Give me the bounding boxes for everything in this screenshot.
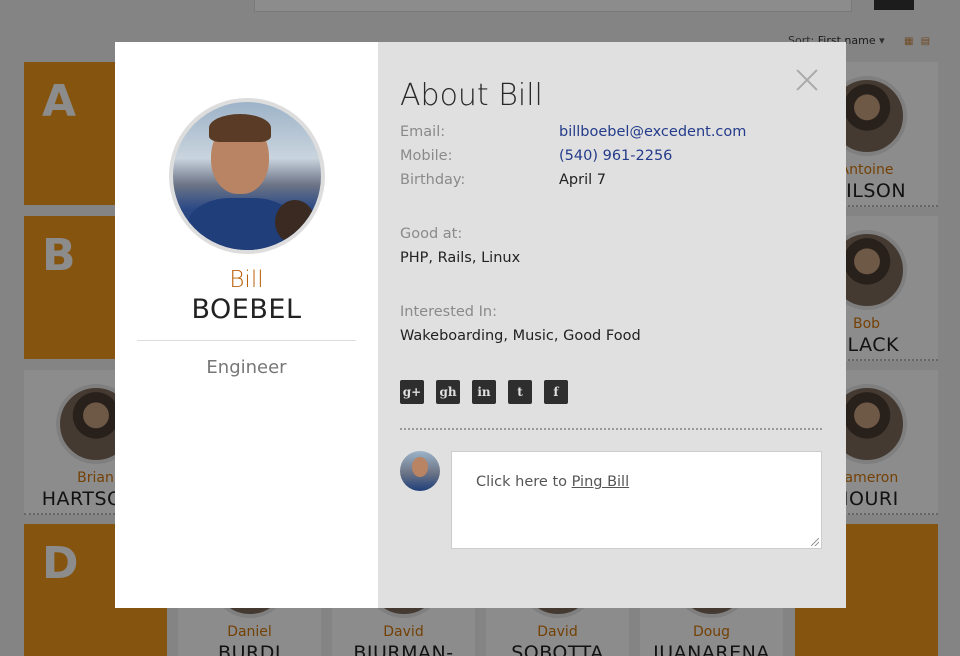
email-label: Email: — [400, 124, 446, 140]
good-at-label: Good at: — [400, 226, 463, 242]
ping-textarea[interactable]: Click here to Ping Bill — [451, 451, 822, 549]
email-link[interactable]: billboebel@excedent.com — [559, 124, 746, 140]
github-icon[interactable]: gh — [436, 380, 460, 404]
twitter-icon[interactable]: t — [508, 380, 532, 404]
birthday-value: April 7 — [559, 172, 606, 188]
googleplus-icon[interactable]: g+ — [400, 380, 424, 404]
facebook-icon[interactable]: f — [544, 380, 568, 404]
close-icon[interactable] — [795, 68, 819, 92]
avatar — [400, 451, 440, 491]
divider — [400, 428, 822, 430]
profile-photo — [169, 98, 325, 254]
interested-label: Interested In: — [400, 304, 497, 320]
social-links: g+ gh in t f — [400, 380, 568, 404]
profile-summary-panel: Bill BOEBEL Engineer — [115, 42, 378, 608]
profile-first-name: Bill — [229, 267, 264, 293]
birthday-row: Birthday: April 7 — [400, 172, 820, 194]
mobile-label: Mobile: — [400, 148, 453, 164]
birthday-label: Birthday: — [400, 172, 466, 188]
ping-prefix: Click here to — [476, 474, 572, 490]
profile-modal: Bill BOEBEL Engineer About Bill Email: b… — [115, 42, 846, 608]
profile-details-panel: About Bill Email: billboebel@excedent.co… — [378, 42, 846, 608]
interested-value: Wakeboarding, Music, Good Food — [400, 328, 641, 344]
linkedin-icon[interactable]: in — [472, 380, 496, 404]
divider — [137, 340, 356, 341]
resize-handle[interactable] — [811, 538, 819, 546]
about-title: About Bill — [400, 78, 543, 113]
email-row: Email: billboebel@excedent.com — [400, 124, 820, 146]
ping-link[interactable]: Ping Bill — [572, 474, 630, 490]
mobile-row: Mobile: (540) 961-2256 — [400, 148, 820, 170]
profile-job-title: Engineer — [206, 357, 287, 378]
good-at-value: PHP, Rails, Linux — [400, 250, 521, 266]
mobile-link[interactable]: (540) 961-2256 — [559, 148, 672, 164]
profile-last-name: BOEBEL — [191, 294, 302, 325]
